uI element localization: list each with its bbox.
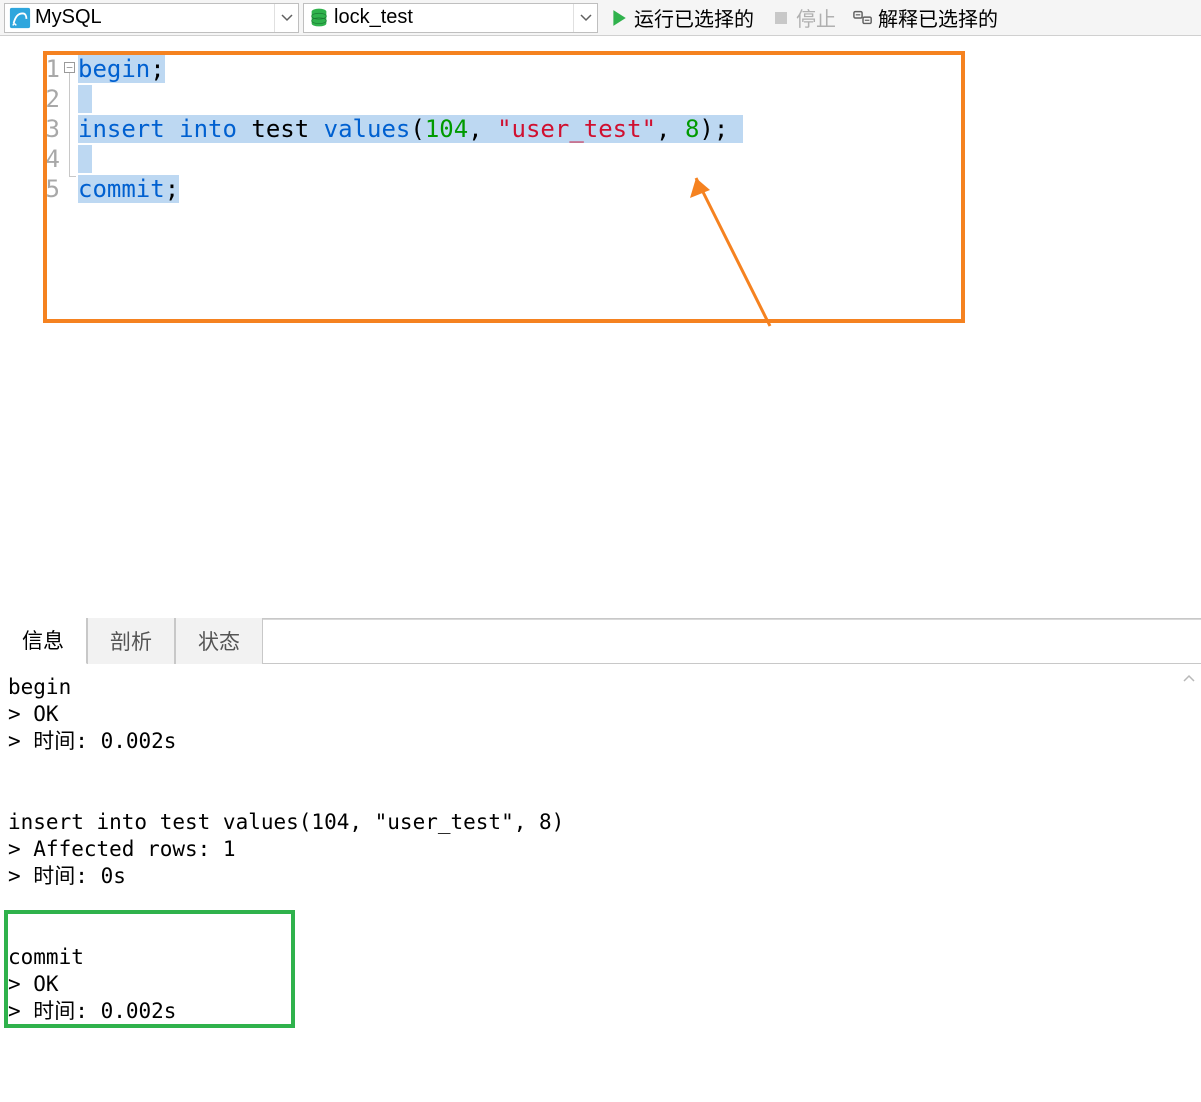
line-number: 4 [0,144,60,174]
database-combo[interactable]: lock_test [303,3,598,33]
output-text[interactable]: begin > OK > 时间: 0.002s insert into test… [0,664,1201,1033]
chevron-down-icon[interactable] [573,4,597,32]
line-gutter: 1 2 3 4 5 [0,54,62,204]
line-number: 5 [0,174,60,204]
toolbar: MySQL lock_test 运行已选择的 停止 [0,0,1201,36]
tab-profile[interactable]: 剖析 [87,617,175,664]
output-panel: begin > OK > 时间: 0.002s insert into test… [0,664,1201,1102]
code-area[interactable]: begin; insert into test values(104, "use… [78,54,743,204]
connection-label: MySQL [35,6,274,29]
run-selected-button[interactable]: 运行已选择的 [602,3,760,33]
stop-button: 停止 [764,3,842,33]
database-label: lock_test [334,6,573,29]
play-icon [608,7,630,29]
result-tabs: 信息 剖析 状态 [0,620,1201,664]
explain-icon [852,7,874,29]
tab-status[interactable]: 状态 [175,617,263,664]
explain-selected-button[interactable]: 解释已选择的 [846,3,1004,33]
mysql-icon [7,5,33,31]
stop-label: 停止 [796,3,836,32]
sql-editor[interactable]: 1 2 3 4 5 − begin; insert into test valu… [0,36,1201,618]
run-label: 运行已选择的 [634,3,754,32]
fold-toggle-icon[interactable]: − [64,62,75,73]
database-icon [306,5,332,31]
chevron-down-icon[interactable] [274,4,298,32]
tab-info[interactable]: 信息 [0,616,87,664]
scroll-up-icon[interactable] [1179,668,1199,688]
line-number: 2 [0,84,60,114]
stop-icon [770,7,792,29]
fold-gutter: − [62,54,78,204]
line-number: 1 [0,54,60,84]
explain-label: 解释已选择的 [878,3,998,32]
line-number: 3 [0,114,60,144]
connection-combo[interactable]: MySQL [4,3,299,33]
